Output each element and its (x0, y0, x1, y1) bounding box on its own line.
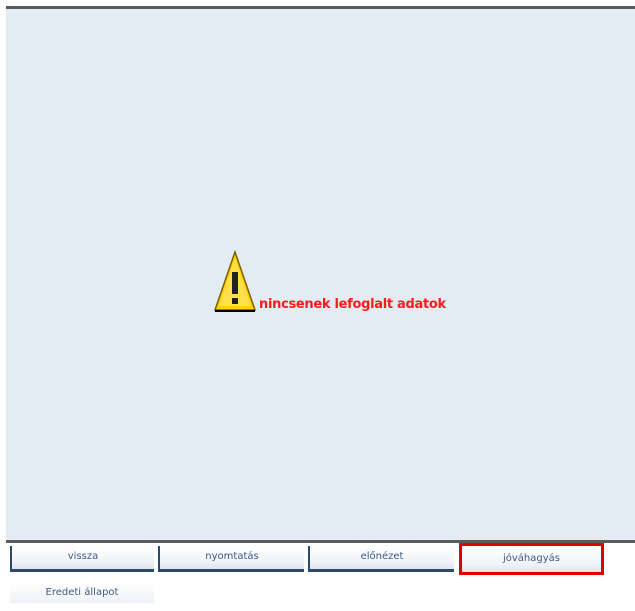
empty-state-message: nincsenek lefoglalt adatok (213, 244, 446, 314)
no-data-message: nincsenek lefoglalt adatok (259, 297, 446, 312)
preview-button[interactable]: előnézet (308, 546, 454, 572)
reset-button[interactable]: Eredeti állapot (10, 583, 154, 603)
content-panel: nincsenek lefoglalt adatok (6, 6, 635, 543)
approve-button[interactable]: jóváhagyás (459, 543, 604, 575)
warning-icon (213, 250, 257, 312)
print-button[interactable]: nyomtatás (158, 546, 304, 572)
back-button[interactable]: vissza (10, 546, 154, 572)
